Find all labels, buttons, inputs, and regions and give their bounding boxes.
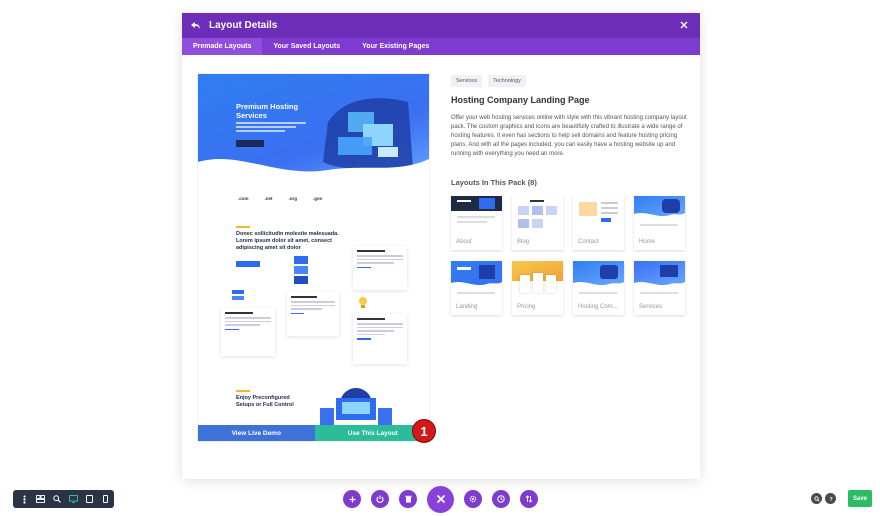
thumb-image <box>573 196 624 234</box>
layout-preview[interactable]: Premium Hosting Services .com .net .org … <box>197 73 430 442</box>
thumb-image <box>573 261 624 299</box>
stack-illustration <box>294 256 308 284</box>
preview-action-buttons: View Live Demo Use This Layout <box>198 425 429 441</box>
tab-saved-layouts[interactable]: Your Saved Layouts <box>262 38 351 55</box>
step-number-badge: 1 <box>412 419 436 443</box>
thumb-label: Home <box>639 239 656 245</box>
layout-details-modal: Layout Details Premade Layouts Your Save… <box>182 13 700 479</box>
modal-title: Layout Details <box>209 20 278 31</box>
search-icon[interactable] <box>811 493 822 504</box>
sort-icon[interactable] <box>520 490 538 508</box>
layout-title: Hosting Company Landing Page <box>451 95 590 105</box>
thumb-label: Services <box>639 304 663 310</box>
layout-tags: Services Technology <box>451 75 526 87</box>
logo-com: .com <box>238 196 249 201</box>
thumb-label: Blog <box>517 239 530 245</box>
feature-card <box>287 292 339 336</box>
save-toolbar: ? Save <box>811 490 872 507</box>
preview-logos: .com .net .org .gov <box>238 196 322 201</box>
section-tag <box>236 226 250 228</box>
feature-card <box>221 308 275 356</box>
preview-section-title: Donec sollicitudin molestie malesuada. L… <box>236 231 339 251</box>
view-mode-toolbar <box>13 490 114 508</box>
thumb-label: Contact <box>578 239 599 245</box>
tab-existing-pages[interactable]: Your Existing Pages <box>351 38 440 55</box>
thumb-label: Landing <box>456 304 478 310</box>
layout-tabs: Premade Layouts Your Saved Layouts Your … <box>182 38 700 55</box>
tab-premade-layouts[interactable]: Premade Layouts <box>182 38 263 55</box>
feature-card <box>353 246 407 290</box>
gear-icon[interactable] <box>464 490 482 508</box>
trash-icon[interactable] <box>399 490 417 508</box>
wireframe-view-icon[interactable] <box>32 490 48 508</box>
power-icon[interactable] <box>371 490 389 508</box>
close-settings-icon[interactable] <box>427 485 454 513</box>
page-actions-toolbar <box>343 485 548 513</box>
logo-org: .org <box>288 196 298 201</box>
logo-net: .net <box>264 196 273 201</box>
modal-header: Layout Details <box>182 13 700 38</box>
phone-view-icon[interactable] <box>98 490 114 508</box>
preview-hero-title: Premium Hosting Services <box>236 102 299 120</box>
server-icon <box>232 290 244 300</box>
layout-thumb-landing[interactable]: Landing <box>451 261 502 315</box>
lightbulb-icon <box>359 297 367 308</box>
desktop-view-icon[interactable] <box>65 490 81 508</box>
more-options-icon[interactable] <box>16 490 32 508</box>
thumb-label: Hosting Com... <box>578 304 618 310</box>
thumb-image <box>512 196 563 234</box>
view-live-demo-button[interactable]: View Live Demo <box>198 425 315 441</box>
preview-hero: Premium Hosting Services <box>198 74 429 186</box>
thumb-image <box>451 261 502 299</box>
preview-hero-text <box>236 122 306 134</box>
layout-thumb-about[interactable]: About <box>451 196 502 250</box>
layout-description: Offer your web hosting services online w… <box>451 115 687 157</box>
tag-services: Services <box>451 75 483 87</box>
section-tag <box>236 390 250 392</box>
thumb-label: About <box>456 239 472 245</box>
pack-title: Layouts In This Pack (8) <box>451 178 537 187</box>
layout-thumb-hosting-company[interactable]: Hosting Com... <box>573 261 624 315</box>
preview-section2-title: Enjoy Preconfigured Setups or Full Contr… <box>236 395 294 408</box>
tag-technology: Technology <box>488 75 526 87</box>
thumb-image <box>512 261 563 299</box>
back-arrow-icon[interactable] <box>185 13 207 38</box>
layout-thumbnails: About Blog Contact Home Landing Pricing … <box>451 196 689 315</box>
svg-text:?: ? <box>829 497 833 502</box>
control-panel-illustration <box>320 388 392 426</box>
zoom-icon[interactable] <box>49 490 65 508</box>
feature-card <box>353 314 407 364</box>
layout-thumb-pricing[interactable]: Pricing <box>512 261 563 315</box>
thumb-image <box>634 261 685 299</box>
logo-gov: .gov <box>313 196 323 201</box>
close-icon[interactable] <box>678 19 690 31</box>
thumb-label: Pricing <box>517 304 536 310</box>
help-icon[interactable]: ? <box>825 493 836 504</box>
layout-thumb-blog[interactable]: Blog <box>512 196 563 250</box>
thumb-image <box>634 196 685 234</box>
history-icon[interactable] <box>492 490 510 508</box>
add-icon[interactable] <box>343 490 361 508</box>
layout-thumb-home[interactable]: Home <box>634 196 685 250</box>
preview-section-button <box>236 261 260 267</box>
thumb-image <box>451 196 502 234</box>
tablet-view-icon[interactable] <box>81 490 97 508</box>
layout-thumb-contact[interactable]: Contact <box>573 196 624 250</box>
layout-thumb-services[interactable]: Services <box>634 261 685 315</box>
save-button[interactable]: Save <box>848 490 872 507</box>
